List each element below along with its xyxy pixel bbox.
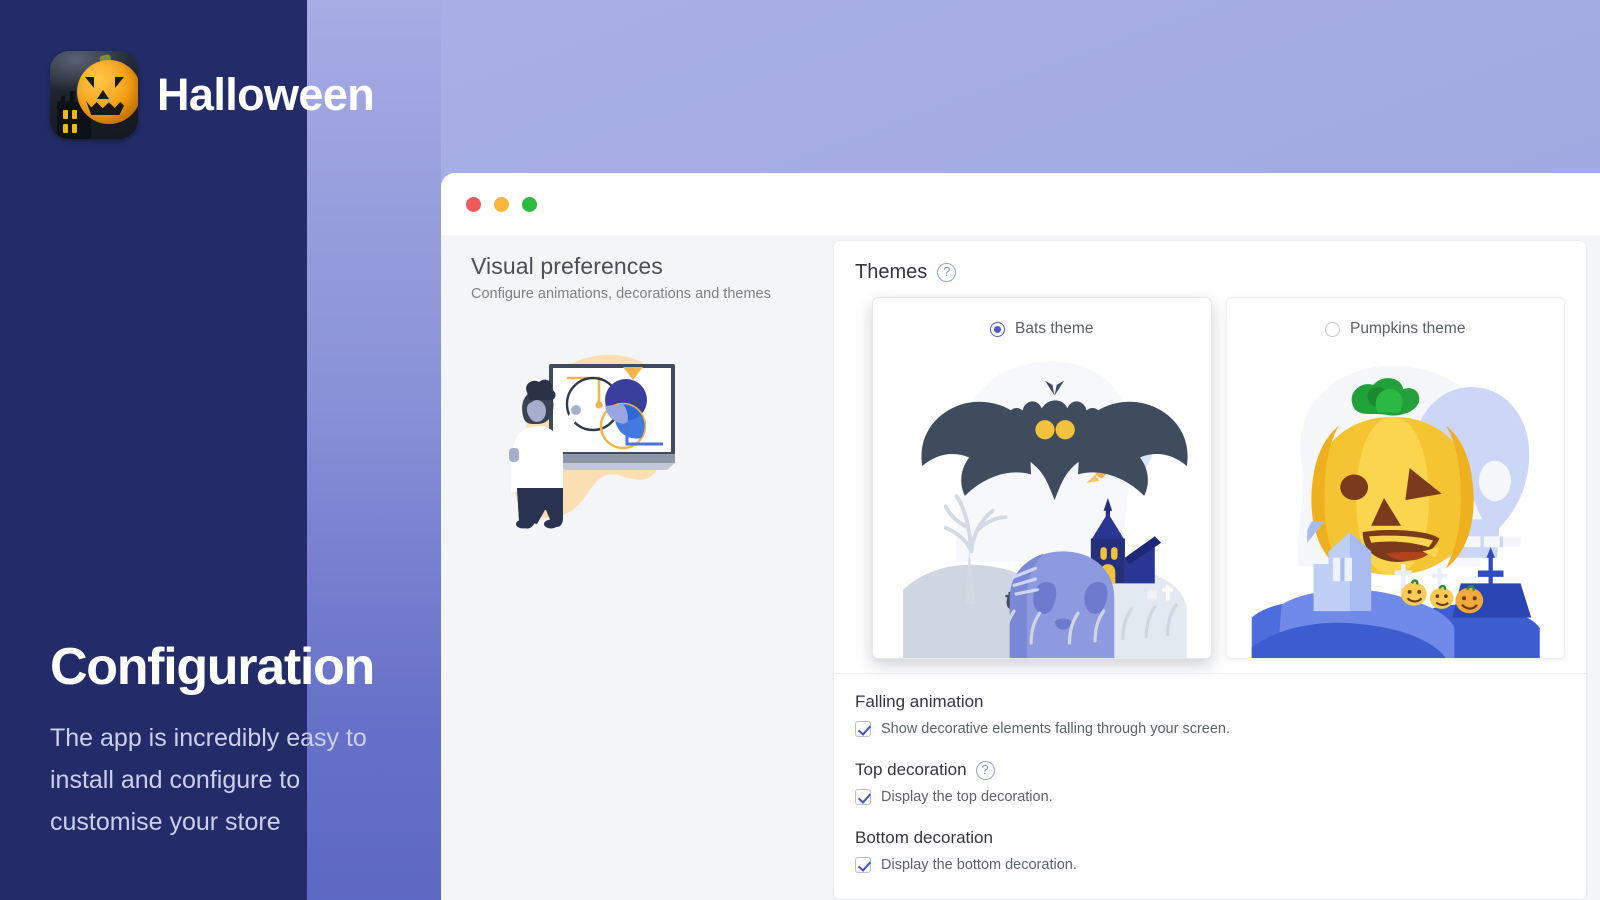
option-description: Display the top decoration. <box>881 789 1053 805</box>
maximise-button[interactable] <box>522 196 537 212</box>
help-circle-icon[interactable]: ? <box>975 760 995 780</box>
bat-graveyard-illustration <box>873 338 1211 658</box>
option-title: Falling animation <box>855 692 1565 712</box>
page-subtitle: Configure animations, decorations and th… <box>471 286 771 302</box>
theme-card-pumpkins[interactable]: Pumpkins theme <box>1225 297 1565 659</box>
theme-radio-row-bats[interactable]: Bats theme <box>990 320 1093 338</box>
pumpkin-skull-illustration <box>1227 338 1565 658</box>
themes-heading: Themes <box>855 261 928 283</box>
option-title: Bottom decoration <box>855 828 1565 848</box>
theme-radio-row-pumpkins[interactable]: Pumpkins theme <box>1325 320 1465 338</box>
theme-label-bats: Bats theme <box>1015 320 1094 337</box>
app-name: Halloween <box>157 69 375 120</box>
brand-row: Halloween <box>50 51 375 139</box>
checkbox-bottom-decoration[interactable] <box>855 857 871 873</box>
theme-card-bats[interactable]: Bats theme <box>872 297 1212 659</box>
option-checkbox-row[interactable]: Display the top decoration. <box>855 789 1565 805</box>
jack-o-lantern-icon <box>50 51 138 139</box>
left-column: Visual preferences Configure animations,… <box>441 235 833 900</box>
screenshot-root: Halloween Configuration The app is incre… <box>0 0 1600 900</box>
option-checkbox-row[interactable]: Show decorative elements falling through… <box>855 721 1565 737</box>
themes-panel: Themes ? Bats theme Pumpkins theme Falli… <box>833 240 1587 900</box>
option-checkbox-row[interactable]: Display the bottom decoration. <box>855 857 1565 873</box>
option-title-text: Top decoration <box>855 760 967 779</box>
promo-heading: Configuration <box>50 638 375 696</box>
theme-card-list: Bats theme Pumpkins theme <box>834 284 1586 659</box>
checkbox-falling-animation[interactable] <box>855 721 871 737</box>
promo-description: The app is incredibly easy to install an… <box>50 724 367 836</box>
close-button[interactable] <box>466 196 481 212</box>
radio-bats-theme[interactable] <box>990 321 1006 337</box>
option-falling-animation: Falling animation Show decorative elemen… <box>855 692 1565 737</box>
window-titlebar <box>441 173 1600 235</box>
options-list: Falling animation Show decorative elemen… <box>834 674 1586 896</box>
option-description: Show decorative elements falling through… <box>881 721 1230 737</box>
minimise-button[interactable] <box>494 196 509 212</box>
themes-panel-header: Themes ? <box>834 241 1586 284</box>
option-bottom-decoration: Bottom decoration Display the bottom dec… <box>855 828 1565 873</box>
option-top-decoration: Top decoration ? Display the top decorat… <box>855 760 1565 805</box>
option-title-text: Falling animation <box>855 692 984 711</box>
page-title: Visual preferences <box>471 253 663 279</box>
person-presenting-chart-illustration <box>471 332 701 542</box>
theme-label-pumpkins: Pumpkins theme <box>1350 320 1466 337</box>
radio-pumpkins-theme[interactable] <box>1325 321 1341 337</box>
option-title-text: Bottom decoration <box>855 828 993 847</box>
app-window: Visual preferences Configure animations,… <box>441 173 1600 900</box>
option-description: Display the bottom decoration. <box>881 857 1077 873</box>
option-title: Top decoration ? <box>855 760 1565 780</box>
checkbox-top-decoration[interactable] <box>855 789 871 805</box>
window-body: Visual preferences Configure animations,… <box>441 235 1600 900</box>
help-circle-icon[interactable]: ? <box>937 263 957 282</box>
